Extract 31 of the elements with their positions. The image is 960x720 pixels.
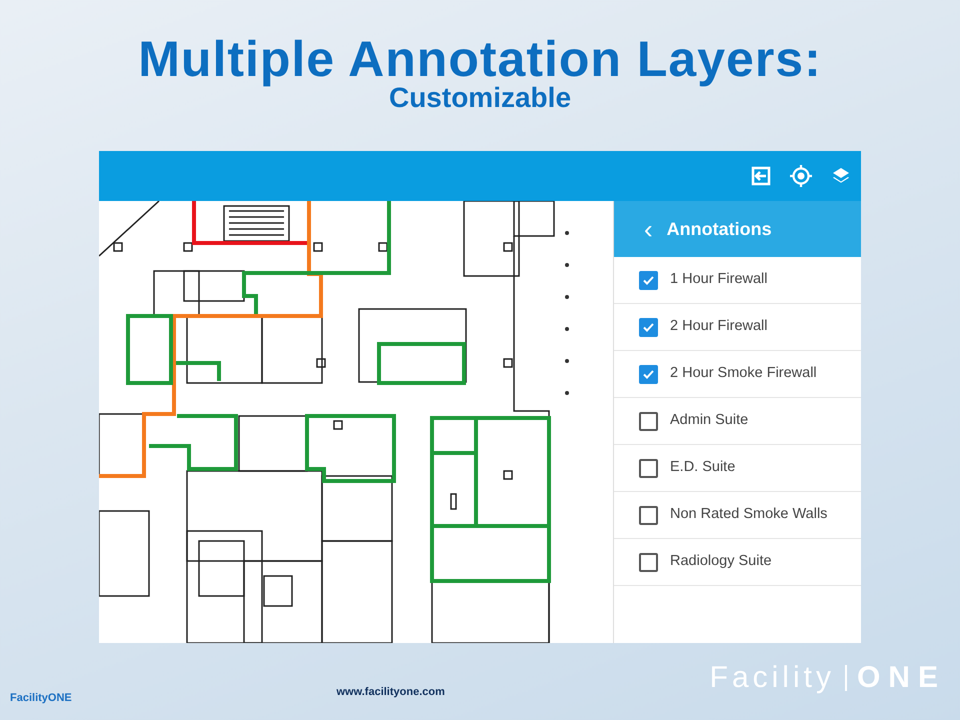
checkbox[interactable] [639,458,658,478]
check-icon [642,320,655,334]
layer-item[interactable]: Admin Suite [614,398,861,445]
checkbox[interactable] [639,270,658,290]
layer-item[interactable]: E.D. Suite [614,445,861,492]
checkbox[interactable] [639,412,658,430]
website-text: www.facilityone.com [336,684,445,700]
layer-label: Non Rated Smoke Walls [670,505,828,524]
slide-subtitle: Customizable [388,84,572,112]
layer-label: 2 Hour Smoke Firewall [670,364,817,384]
layer-label: 2 Hour Firewall [670,317,768,336]
layer-item[interactable]: 2 Hour Smoke Firewall [614,351,861,398]
layer-label: E.D. Suite [670,458,736,478]
checkbox[interactable] [639,364,658,384]
check-icon [642,368,655,380]
exit-icon[interactable] [751,166,771,186]
layer-item[interactable]: 1 Hour Firewall [614,257,861,304]
layer-label: Admin Suite [670,411,748,430]
layer-label: Radiology Suite [670,552,772,572]
layer-item[interactable]: Radiology Suite [614,539,861,586]
check-icon [642,274,655,286]
slide-title: Multiple Annotation Layers: [138,34,822,84]
locate-icon[interactable] [789,164,813,188]
layer-item[interactable]: Non Rated Smoke Walls [614,492,861,539]
checkbox[interactable] [639,552,658,572]
brand-name: FacilityONE [10,690,72,706]
layer-item[interactable]: 2 Hour Firewall [614,304,861,351]
layer-label: 1 Hour Firewall [670,270,768,290]
checkbox[interactable] [639,318,658,336]
checkbox[interactable] [639,506,658,524]
panel-title: Annotations [666,218,772,240]
